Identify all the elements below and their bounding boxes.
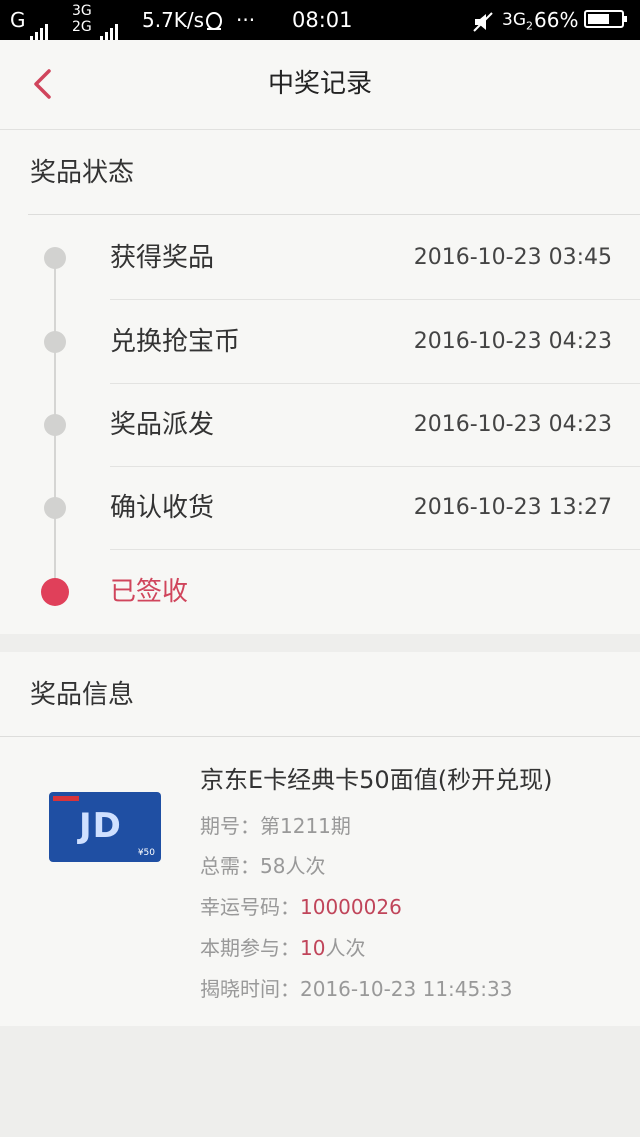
- period-label: 期号：: [200, 814, 260, 838]
- prize-status-section: 奖品状态 获得奖品 2016-10-23 03:45 兑换抢宝币 2016-10…: [0, 130, 640, 634]
- card-brand-strip: [53, 796, 79, 801]
- top-nav-bar: 中奖记录: [0, 40, 640, 130]
- network-right-sub: 2: [526, 19, 533, 33]
- lucky-number-value: 10000026: [300, 895, 402, 919]
- status-step-time: 2016-10-23 04:23: [413, 329, 612, 354]
- status-step-label: 确认收货: [110, 493, 215, 523]
- participation-count: 10: [300, 936, 326, 960]
- status-step-time: 2016-10-23 04:23: [413, 412, 612, 437]
- period-row: 期号：第1211期: [200, 810, 351, 839]
- page-title: 中奖记录: [267, 69, 372, 99]
- card-logo: JD: [79, 806, 122, 846]
- timeline-dot: [44, 247, 66, 269]
- carrier-label: G: [10, 8, 26, 32]
- participation-row: 本期参与：10人次: [200, 932, 365, 961]
- qq-icon: [204, 0, 224, 40]
- status-step-time: 2016-10-23 03:45: [413, 245, 612, 270]
- timeline-dot: [44, 414, 66, 436]
- mute-icon: [472, 0, 494, 40]
- status-step-label: 兑换抢宝币: [110, 327, 241, 357]
- status-step-label: 获得奖品: [110, 243, 215, 273]
- status-step-label: 已签收: [110, 577, 189, 607]
- battery-icon: [584, 10, 627, 28]
- network-speed: 5.7K/s: [142, 8, 205, 32]
- total-label: 总需：: [200, 854, 260, 878]
- lucky-number-label: 幸运号码：: [200, 895, 300, 919]
- clock: 08:01: [292, 8, 353, 32]
- status-step: 获得奖品 2016-10-23 03:45: [0, 216, 640, 300]
- lucky-number-row: 幸运号码：10000026: [200, 891, 402, 920]
- status-step-time: 2016-10-23 13:27: [413, 495, 612, 520]
- status-step: 确认收货 2016-10-23 13:27: [0, 466, 640, 550]
- reveal-time-label: 揭晓时间：: [200, 977, 300, 1001]
- network-type-bottom: 2G: [72, 19, 92, 35]
- participation-unit: 人次: [325, 936, 366, 960]
- section-divider: [0, 736, 640, 737]
- chevron-left-icon: [34, 69, 51, 99]
- timeline-dot-active: [41, 578, 69, 606]
- signal-icon: [30, 0, 50, 42]
- status-step-label: 奖品派发: [110, 410, 215, 440]
- status-step: 奖品派发 2016-10-23 04:23: [0, 383, 640, 467]
- network-type: 3G 2G: [72, 3, 92, 35]
- period-value: 第1211期: [260, 814, 351, 838]
- battery-percent: 66%: [534, 8, 579, 32]
- signal-icon-2: [100, 0, 120, 42]
- section-title-info: 奖品信息: [30, 680, 135, 710]
- prize-image[interactable]: JD ¥50: [49, 792, 161, 862]
- timeline-dot: [44, 497, 66, 519]
- more-dots: ···: [236, 8, 256, 32]
- reveal-time-row: 揭晓时间：2016-10-23 11:45:33: [200, 973, 512, 1002]
- prize-info-section: 奖品信息 JD ¥50 京东E卡经典卡50面值(秒开兑现) 期号：第1211期 …: [0, 652, 640, 1026]
- prize-name[interactable]: 京东E卡经典卡50面值(秒开兑现): [200, 760, 552, 795]
- network-type-top: 3G: [72, 3, 92, 19]
- status-step: 兑换抢宝币 2016-10-23 04:23: [0, 300, 640, 384]
- network-type-right: 3G2: [502, 0, 533, 40]
- participation-label: 本期参与：: [200, 936, 300, 960]
- section-title-status: 奖品状态: [30, 158, 135, 188]
- status-bar: G 3G 2G 5.7K/s ··· 08:01 3G2 66%: [0, 0, 640, 42]
- total-value: 58人次: [260, 854, 326, 878]
- status-step-current: 已签收: [0, 550, 640, 634]
- card-value: ¥50: [137, 848, 155, 858]
- section-divider: [28, 214, 640, 215]
- network-right-label: 3G: [502, 10, 526, 30]
- total-row: 总需：58人次: [200, 850, 325, 879]
- timeline-dot: [44, 331, 66, 353]
- back-button[interactable]: [22, 62, 66, 106]
- reveal-time-value: 2016-10-23 11:45:33: [300, 977, 513, 1001]
